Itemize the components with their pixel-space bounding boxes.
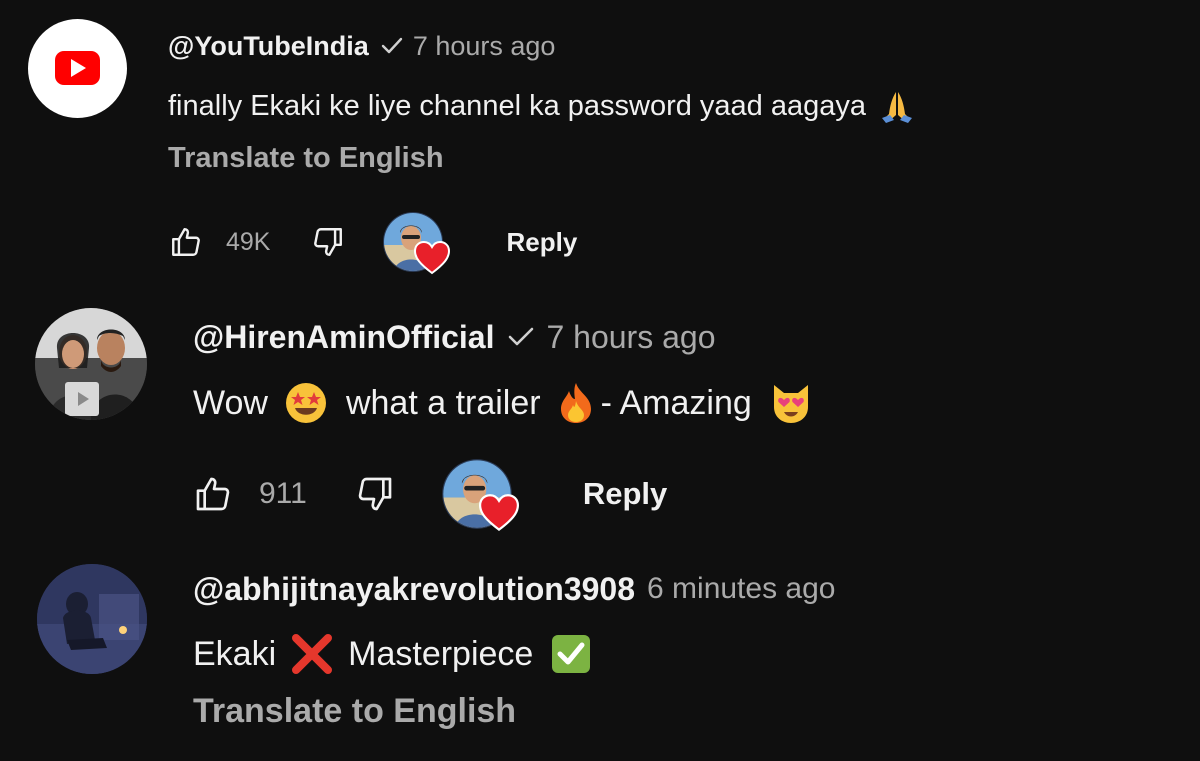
comment-text-part: what a trailer bbox=[345, 383, 541, 422]
comment-text-part: Ekaki bbox=[193, 634, 277, 673]
comment-header: @abhijitnayakrevolution3908 6 minutes ag… bbox=[193, 568, 835, 610]
comment-text: finally Ekaki ke liye channel ka passwor… bbox=[168, 86, 916, 126]
thumbs-up-icon bbox=[172, 228, 200, 256]
reply-button[interactable]: Reply bbox=[506, 227, 577, 258]
comment-text-part: - Amazing bbox=[600, 383, 752, 422]
comment-text-part: Masterpiece bbox=[348, 634, 534, 673]
comment-timestamp[interactable]: 7 hours ago bbox=[546, 319, 715, 356]
like-button[interactable] bbox=[193, 474, 233, 514]
verified-check-icon bbox=[508, 327, 534, 347]
creator-heart-badge bbox=[382, 211, 451, 275]
comment-text-part: Wow bbox=[193, 383, 268, 422]
comment-header: @YouTubeIndia 7 hours ago bbox=[168, 26, 916, 66]
thumbs-down-icon bbox=[314, 228, 343, 256]
creator-heart-badge bbox=[441, 458, 519, 532]
cross-mark-emoji-icon bbox=[290, 634, 334, 674]
comment-timestamp[interactable]: 6 minutes ago bbox=[647, 572, 835, 606]
comment-header: @HirenAminOfficial 7 hours ago bbox=[193, 316, 814, 358]
translate-to-english-link[interactable]: Translate to English bbox=[168, 142, 916, 175]
comment-text-part: finally Ekaki ke liye channel ka passwor… bbox=[168, 89, 867, 122]
user-photo-icon bbox=[37, 564, 147, 674]
verified-check-icon bbox=[381, 37, 403, 55]
reply-button[interactable]: Reply bbox=[583, 476, 667, 512]
comment-author-handle[interactable]: @YouTubeIndia bbox=[168, 31, 369, 62]
heart-icon bbox=[478, 494, 519, 532]
avatar-hirenaminofficial[interactable] bbox=[35, 308, 147, 420]
youtube-logo-icon bbox=[55, 51, 100, 85]
like-button[interactable] bbox=[168, 224, 204, 260]
praying-hands-emoji-icon bbox=[878, 88, 916, 124]
comment-text: Wow what a trailer - Amazing bbox=[193, 380, 814, 426]
comment-thread-abhijitnayak: @abhijitnayakrevolution3908 6 minutes ag… bbox=[0, 550, 1200, 761]
comment-actions: 911 Reply bbox=[193, 458, 667, 532]
dislike-button[interactable] bbox=[355, 474, 395, 514]
like-count: 49K bbox=[226, 227, 271, 256]
comment-author-handle[interactable]: @HirenAminOfficial bbox=[193, 319, 494, 356]
avatar-youtubeindia[interactable] bbox=[28, 19, 127, 118]
comment-text: Ekaki Masterpiece bbox=[193, 632, 835, 676]
thumbs-up-icon bbox=[196, 477, 230, 511]
translate-to-english-link[interactable]: Translate to English bbox=[193, 692, 835, 731]
fire-emoji-icon bbox=[557, 381, 595, 425]
comment-thread-hirenamin: @HirenAminOfficial 7 hours ago Wow what … bbox=[0, 290, 1200, 550]
thumbs-down-icon bbox=[358, 477, 392, 511]
dislike-button[interactable] bbox=[310, 224, 346, 260]
star-struck-emoji-icon bbox=[284, 381, 328, 425]
comment-actions: 49K Reply bbox=[168, 211, 577, 275]
comment-author-handle[interactable]: @abhijitnayakrevolution3908 bbox=[193, 571, 635, 608]
comment-timestamp[interactable]: 7 hours ago bbox=[413, 31, 556, 62]
avatar-abhijitnayakrevolution3908[interactable] bbox=[37, 564, 147, 674]
heart-eyes-cat-emoji-icon bbox=[768, 381, 814, 425]
check-mark-button-emoji-icon bbox=[551, 634, 591, 674]
comment-thread-youtubeindia: @YouTubeIndia 7 hours ago finally Ekaki … bbox=[0, 0, 1200, 290]
user-photo-icon bbox=[35, 308, 147, 420]
like-count: 911 bbox=[259, 477, 307, 510]
heart-icon bbox=[414, 241, 451, 275]
